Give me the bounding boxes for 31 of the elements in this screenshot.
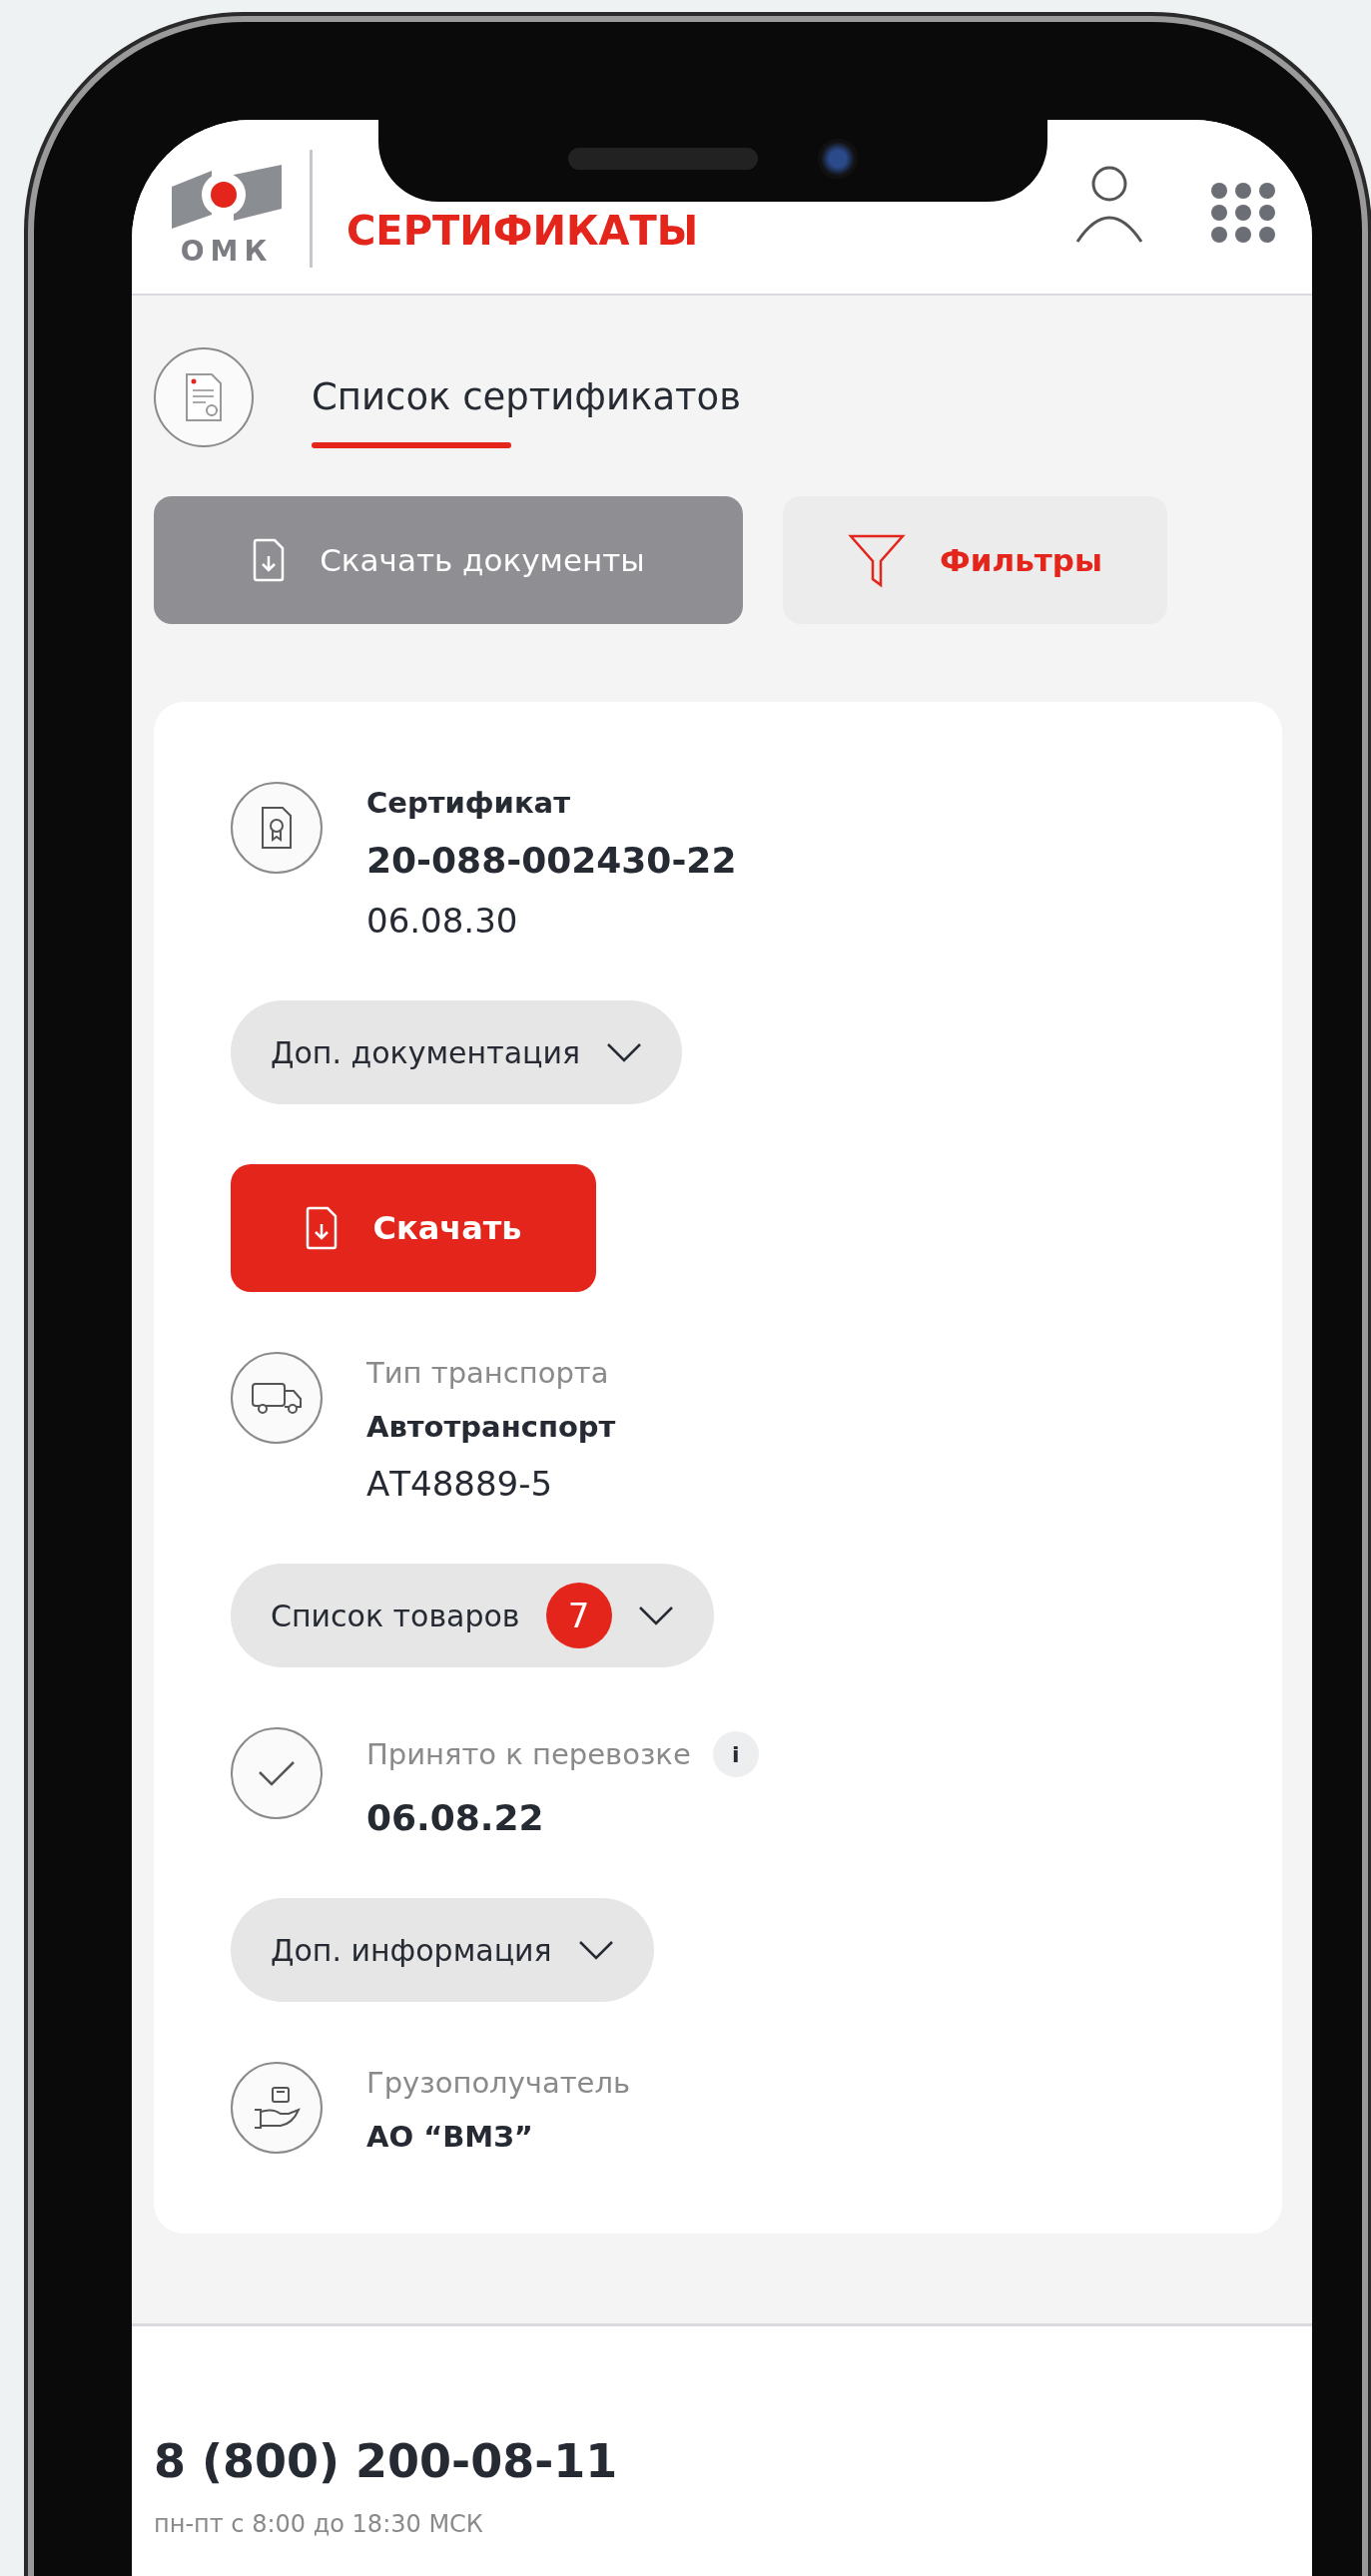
page-title: Список сертификатов: [312, 375, 742, 448]
document-download-icon: [252, 538, 287, 582]
filters-button[interactable]: Фильтры: [783, 496, 1167, 624]
certificate-date: 06.08.30: [366, 901, 519, 941]
goods-list-dropdown[interactable]: Список товаров 7: [231, 1564, 714, 1667]
count-badge: 7: [545, 1583, 612, 1648]
phone-number: 8 (800) 200-08-11: [154, 2434, 619, 2488]
working-hours: пн-пт с 8:00 до 18:30 МСК: [154, 2510, 484, 2538]
consignee-label: Грузополучатель: [366, 2066, 631, 2100]
certificate-label: Сертификат: [366, 786, 571, 820]
accepted-date: 06.08.22: [366, 1797, 545, 1838]
chevron-icon: [606, 1042, 642, 1062]
accepted-label: Принято к перевозке: [366, 1737, 691, 1771]
transport-number: АТ48889-5: [366, 1464, 554, 1504]
apps-grid-icon[interactable]: [1210, 182, 1276, 244]
chevron-icon: [577, 1940, 614, 1960]
certificate-number: 20-088-002430-22: [366, 840, 737, 881]
additional-info-dropdown[interactable]: Доп. информация: [231, 1898, 654, 2002]
logo-text: ОМК: [180, 235, 274, 268]
app-title: СЕРТИФИКАТЫ: [346, 208, 700, 254]
chevron-icon: [637, 1606, 674, 1625]
additional-docs-dropdown[interactable]: Доп. документация: [231, 1000, 682, 1104]
consignee-value: АО “ВМЗ”: [366, 2120, 534, 2154]
info-button[interactable]: i: [712, 1731, 759, 1777]
transport-type-label: Тип транспорта: [366, 1356, 610, 1390]
download-button[interactable]: Скачать: [231, 1164, 596, 1292]
document-download-icon: [305, 1206, 340, 1250]
transport-type-value: Автотранспорт: [366, 1410, 616, 1444]
user-icon[interactable]: [1074, 164, 1144, 244]
camera-lens: [818, 139, 858, 179]
logo-icon: [172, 165, 282, 229]
